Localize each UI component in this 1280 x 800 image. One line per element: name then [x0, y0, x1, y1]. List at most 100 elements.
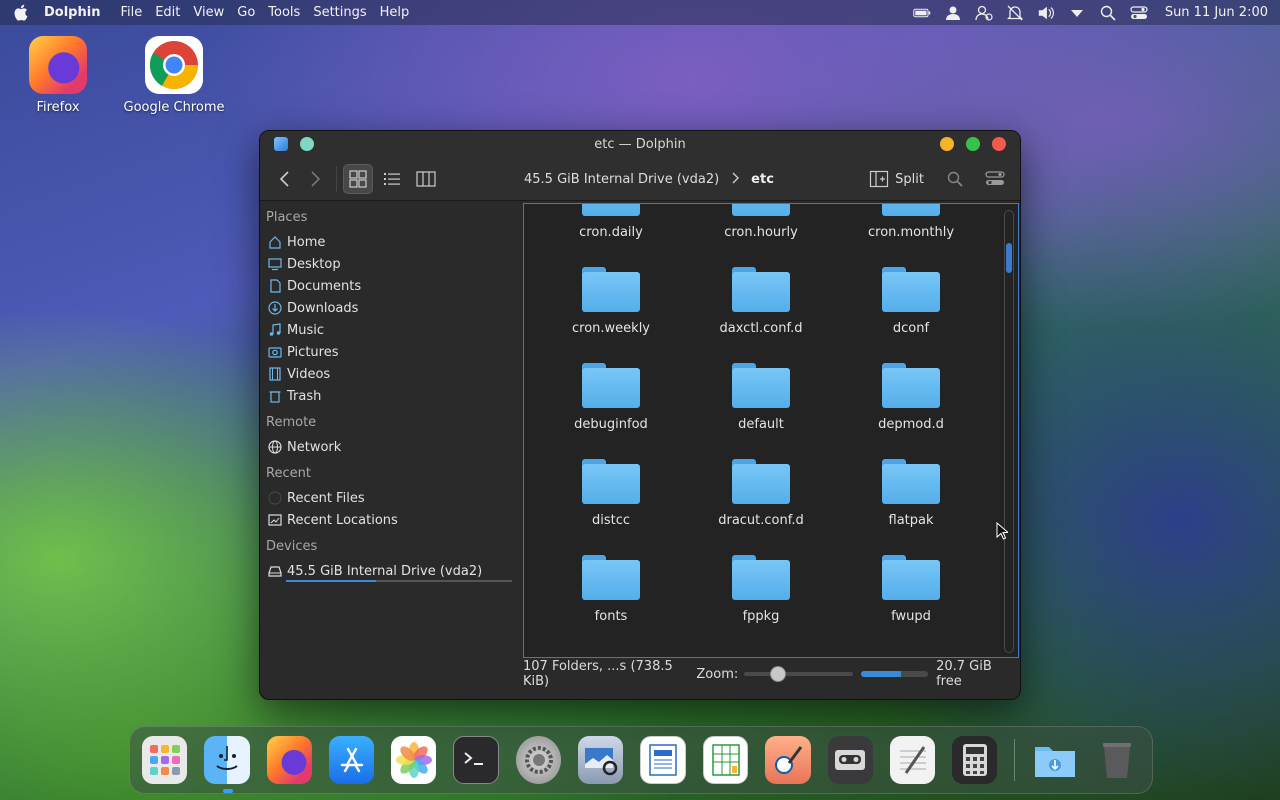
- menubar: Dolphin File Edit View Go Tools Settings…: [0, 0, 1280, 25]
- sidebar-item-documents[interactable]: Documents: [266, 275, 516, 297]
- downloads-folder-icon[interactable]: [1032, 736, 1077, 784]
- sidebar-item-home[interactable]: Home: [266, 231, 516, 253]
- file-view[interactable]: cron.daily cron.hourly cron.monthly cron.we…: [523, 203, 1019, 658]
- trash-icon: [268, 389, 282, 403]
- tray-expand-icon[interactable]: [1068, 5, 1086, 21]
- battery-icon[interactable]: [913, 5, 931, 21]
- file-item[interactable]: distcc: [536, 453, 686, 549]
- screenshot-icon[interactable]: [578, 736, 624, 784]
- writer-icon[interactable]: [640, 736, 686, 784]
- file-item-label: dconf: [892, 321, 930, 336]
- apple-menu-icon[interactable]: [10, 3, 30, 23]
- launchpad-icon[interactable]: [142, 736, 188, 784]
- hamburger-menu-button[interactable]: [980, 164, 1010, 194]
- split-button[interactable]: Split: [863, 166, 930, 192]
- text-editor-icon[interactable]: [889, 736, 936, 784]
- file-item[interactable]: depmod.d: [836, 357, 986, 453]
- sidebar-item-label: Home: [287, 234, 326, 250]
- zoom-slider[interactable]: [744, 666, 853, 682]
- app-store-icon[interactable]: [328, 736, 375, 784]
- file-item[interactable]: flatpak: [836, 453, 986, 549]
- file-item[interactable]: debuginfod: [536, 357, 686, 453]
- sidebar-item-label: Network: [287, 439, 342, 455]
- menu-tools[interactable]: Tools: [268, 5, 300, 20]
- minimize-button[interactable]: [940, 137, 954, 151]
- search-icon[interactable]: [1099, 5, 1117, 21]
- sidebar-item-label: Pictures: [287, 344, 339, 360]
- chrome-icon: [145, 36, 203, 94]
- back-button[interactable]: [270, 164, 300, 194]
- sidebar-item-downloads[interactable]: Downloads: [266, 297, 516, 319]
- vertical-scrollbar[interactable]: [1004, 210, 1014, 653]
- dolphin-app-icon[interactable]: [274, 137, 288, 151]
- zoom-label: Zoom:: [696, 666, 739, 682]
- folder-icon: [882, 267, 940, 313]
- file-item[interactable]: dracut.conf.d: [686, 453, 836, 549]
- menu-go[interactable]: Go: [237, 5, 255, 20]
- breadcrumb-current[interactable]: etc: [751, 172, 774, 187]
- search-button[interactable]: [940, 164, 970, 194]
- system-settings-icon[interactable]: [515, 736, 562, 784]
- notifications-muted-icon[interactable]: [1006, 5, 1024, 21]
- sidebar-item-recent-files[interactable]: Recent Files: [266, 487, 516, 509]
- close-button[interactable]: [992, 137, 1006, 151]
- file-item-label: debuginfod: [574, 417, 648, 432]
- sidebar-item-desktop[interactable]: Desktop: [266, 253, 516, 275]
- clock[interactable]: Sun 11 Jun 2:00: [1165, 5, 1268, 20]
- volume-icon[interactable]: [1037, 5, 1055, 21]
- file-item[interactable]: default: [686, 357, 836, 453]
- menu-help[interactable]: Help: [380, 5, 410, 20]
- pin-window-icon[interactable]: [300, 137, 314, 151]
- user-switch-icon[interactable]: [975, 5, 993, 21]
- file-item[interactable]: cron.daily: [536, 204, 686, 261]
- file-item[interactable]: daxctl.conf.d: [686, 261, 836, 357]
- columns-view-button[interactable]: [411, 164, 441, 194]
- menu-file[interactable]: File: [120, 5, 142, 20]
- control-center-icon[interactable]: [1130, 5, 1148, 21]
- file-item[interactable]: fwupd: [836, 549, 986, 645]
- maximize-button[interactable]: [966, 137, 980, 151]
- menu-settings[interactable]: Settings: [313, 5, 366, 20]
- sidebar-item-recent-locations[interactable]: Recent Locations: [266, 509, 516, 531]
- home-icon: [268, 235, 282, 249]
- finder-icon[interactable]: [204, 736, 250, 793]
- icons-view-button[interactable]: [343, 164, 373, 194]
- calc-icon[interactable]: [702, 736, 749, 784]
- paint-icon[interactable]: [765, 736, 811, 784]
- desktop-icon-firefox[interactable]: Firefox: [3, 36, 113, 115]
- breadcrumb-drive[interactable]: 45.5 GiB Internal Drive (vda2): [524, 172, 719, 187]
- documents-icon: [268, 279, 282, 293]
- scrollbar-thumb[interactable]: [1006, 243, 1012, 273]
- sidebar-item-label: Trash: [287, 388, 322, 404]
- photos-icon[interactable]: [391, 736, 437, 784]
- sidebar-item-videos[interactable]: Videos: [266, 363, 516, 385]
- menu-edit[interactable]: Edit: [155, 5, 180, 20]
- sidebar-item-trash[interactable]: Trash: [266, 385, 516, 407]
- forward-button[interactable]: [300, 164, 330, 194]
- file-item[interactable]: fonts: [536, 549, 686, 645]
- file-item[interactable]: cron.hourly: [686, 204, 836, 261]
- folder-icon: [582, 204, 640, 217]
- details-view-button[interactable]: [377, 164, 407, 194]
- calculator-icon[interactable]: [952, 736, 998, 784]
- desktop-icon-chrome[interactable]: Google Chrome: [119, 36, 229, 115]
- zoom-slider-handle[interactable]: [770, 666, 787, 682]
- sidebar-item-music[interactable]: Music: [266, 319, 516, 341]
- terminal-icon[interactable]: [453, 736, 499, 784]
- folder-icon: [732, 363, 790, 409]
- trash-icon[interactable]: [1095, 736, 1140, 784]
- file-item[interactable]: dconf: [836, 261, 986, 357]
- firefox-icon[interactable]: [266, 736, 312, 784]
- file-item[interactable]: cron.weekly: [536, 261, 686, 357]
- window-titlebar[interactable]: etc — Dolphin: [260, 131, 1020, 158]
- menu-view[interactable]: View: [193, 5, 224, 20]
- sidebar-item-network[interactable]: Network: [266, 436, 516, 458]
- sidebar-item-drive[interactable]: 45.5 GiB Internal Drive (vda2): [266, 560, 516, 582]
- media-icon[interactable]: [827, 736, 873, 784]
- sidebar-item-pictures[interactable]: Pictures: [266, 341, 516, 363]
- file-item[interactable]: cron.monthly: [836, 204, 986, 261]
- active-app-name[interactable]: Dolphin: [44, 5, 100, 20]
- file-item[interactable]: fppkg: [686, 549, 836, 645]
- user-icon[interactable]: [944, 5, 962, 21]
- chevron-right-icon[interactable]: [731, 172, 740, 188]
